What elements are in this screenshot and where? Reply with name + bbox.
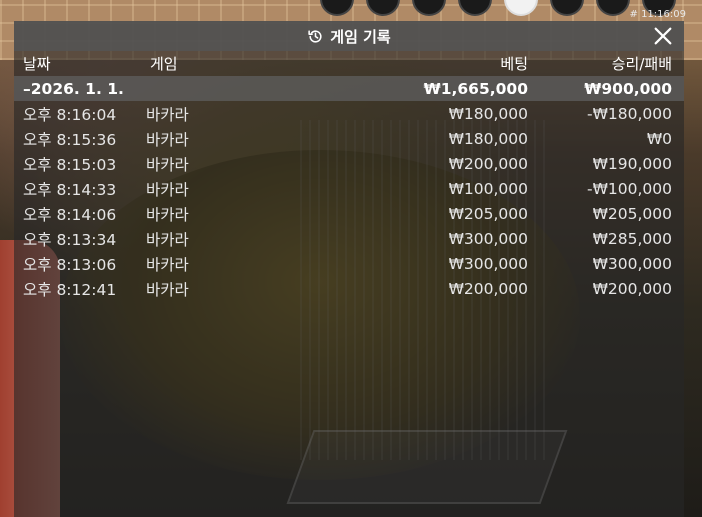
row-bet: ₩205,000 xyxy=(448,204,528,223)
row-game: 바카라 xyxy=(146,180,189,199)
row-time: 오후 8:15:03 xyxy=(23,155,117,174)
row-bet: ₩200,000 xyxy=(448,154,528,173)
live-game-background: # 11:16:09 게임 기록 날짜 게임 베팅 승리/패배 –2026. 1… xyxy=(0,0,702,517)
row-bet: ₩200,000 xyxy=(448,279,528,298)
row-game: 바카라 xyxy=(146,255,189,274)
row-result: ₩205,000 xyxy=(592,204,672,223)
row-time: 오후 8:15:36 xyxy=(23,130,117,149)
row-result: ₩285,000 xyxy=(592,229,672,248)
row-bet: ₩180,000 xyxy=(448,129,528,148)
table-row[interactable]: 오후 8:15:03 바카라 ₩200,000 ₩190,000 xyxy=(14,151,684,176)
row-result: ₩0 xyxy=(646,129,672,148)
row-bet: ₩100,000 xyxy=(448,179,528,198)
row-game: 바카라 xyxy=(146,205,189,224)
column-header-date: 날짜 xyxy=(23,55,51,73)
row-time: 오후 8:16:04 xyxy=(23,105,117,124)
column-header-result: 승리/패배 xyxy=(611,55,672,73)
row-game: 바카라 xyxy=(146,230,189,249)
table-row[interactable]: 오후 8:14:33 바카라 ₩100,000 -₩100,000 xyxy=(14,176,684,201)
close-icon[interactable] xyxy=(652,25,674,47)
table-row[interactable]: 오후 8:13:06 바카라 ₩300,000 ₩300,000 xyxy=(14,251,684,276)
row-result: -₩180,000 xyxy=(586,104,672,123)
column-header-row: 날짜 게임 베팅 승리/패배 xyxy=(14,51,684,76)
table-row[interactable]: 오후 8:12:41 바카라 ₩200,000 ₩200,000 xyxy=(14,276,684,301)
row-time: 오후 8:14:06 xyxy=(23,205,117,224)
game-history-panel: 게임 기록 날짜 게임 베팅 승리/패배 –2026. 1. 1. ₩1,665… xyxy=(14,21,684,517)
summary-date: –2026. 1. 1. xyxy=(23,79,124,98)
row-bet: ₩300,000 xyxy=(448,229,528,248)
row-time: 오후 8:13:06 xyxy=(23,255,117,274)
panel-title-group: 게임 기록 xyxy=(307,26,391,47)
panel-title: 게임 기록 xyxy=(330,27,391,46)
summary-bet: ₩1,665,000 xyxy=(423,79,528,98)
column-header-bet: 베팅 xyxy=(500,55,528,73)
panel-header: 게임 기록 xyxy=(14,21,684,51)
top-controls xyxy=(320,0,702,16)
summary-result: ₩900,000 xyxy=(584,79,672,98)
column-header-game: 게임 xyxy=(150,55,178,73)
row-bet: ₩180,000 xyxy=(448,104,528,123)
row-time: 오후 8:12:41 xyxy=(23,280,117,299)
history-icon xyxy=(308,29,322,43)
table-row[interactable]: 오후 8:14:06 바카라 ₩205,000 ₩205,000 xyxy=(14,201,684,226)
row-time: 오후 8:14:33 xyxy=(23,180,117,199)
row-result: ₩200,000 xyxy=(592,279,672,298)
row-result: ₩300,000 xyxy=(592,254,672,273)
row-game: 바카라 xyxy=(146,280,189,299)
table-row[interactable]: 오후 8:13:34 바카라 ₩300,000 ₩285,000 xyxy=(14,226,684,251)
table-row[interactable]: 오후 8:15:36 바카라 ₩180,000 ₩0 xyxy=(14,126,684,151)
row-game: 바카라 xyxy=(146,130,189,149)
table-row[interactable]: 오후 8:16:04 바카라 ₩180,000 -₩180,000 xyxy=(14,101,684,126)
row-result: ₩190,000 xyxy=(592,154,672,173)
row-bet: ₩300,000 xyxy=(448,254,528,273)
row-time: 오후 8:13:34 xyxy=(23,230,117,249)
round-timestamp: # 11:16:09 xyxy=(629,9,686,20)
row-game: 바카라 xyxy=(146,105,189,124)
date-summary-row[interactable]: –2026. 1. 1. ₩1,665,000 ₩900,000 xyxy=(14,76,684,101)
row-result: -₩100,000 xyxy=(586,179,672,198)
row-game: 바카라 xyxy=(146,155,189,174)
